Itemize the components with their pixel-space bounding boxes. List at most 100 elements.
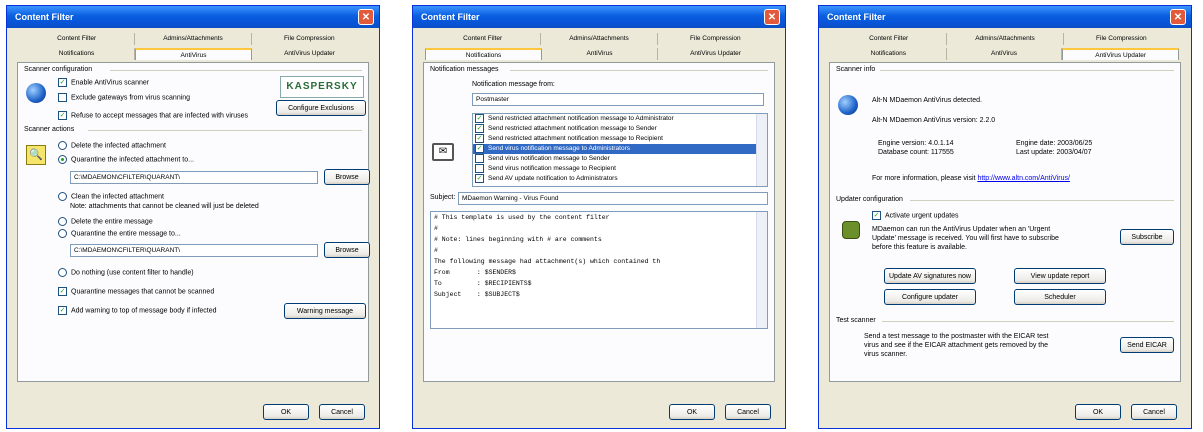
close-icon[interactable]: ✕: [764, 9, 780, 25]
radio-icon: [58, 217, 67, 226]
tab-file-compression[interactable]: File Compression: [1064, 33, 1179, 45]
tab-antivirus-updater[interactable]: AntiVirus Updater: [1062, 48, 1180, 60]
body-scrollbar[interactable]: [756, 212, 767, 328]
tab-notifications[interactable]: Notifications: [425, 48, 542, 60]
message-body-textarea[interactable]: # This template is used by the content f…: [430, 211, 768, 329]
body-line: The following message had attachment(s) …: [434, 258, 661, 265]
tab-antivirus-updater[interactable]: AntiVirus Updater: [658, 48, 773, 60]
tab-antivirus[interactable]: AntiVirus: [542, 48, 658, 60]
clean-attachment-radio[interactable]: Clean the infected attachment: [58, 192, 164, 201]
globe-icon: [838, 95, 858, 115]
tab-antivirus-updater[interactable]: AntiVirus Updater: [252, 48, 367, 60]
view-update-report-button[interactable]: View update report: [1014, 268, 1106, 284]
subject-field[interactable]: MDaemon Warning - Virus Found: [458, 192, 768, 205]
body-line: To : $RECIPIENTS$: [434, 280, 532, 287]
browse-button[interactable]: Browse: [324, 242, 370, 258]
add-warning-checkbox[interactable]: ✓ Add warning to top of message body if i…: [58, 306, 217, 315]
send-eicar-button[interactable]: Send EICAR: [1120, 337, 1174, 353]
body-line: #: [434, 247, 438, 254]
list-item[interactable]: ✓ Send restricted attachment notification…: [473, 114, 767, 124]
checkbox-icon: [475, 154, 484, 163]
list-item[interactable]: ✓ Send restricted attachment notification…: [473, 124, 767, 134]
magnifier-icon: 🔍: [26, 145, 46, 165]
scheduler-button[interactable]: Scheduler: [1014, 289, 1106, 305]
tab-notifications[interactable]: Notifications: [831, 48, 947, 60]
refuse-infected-checkbox[interactable]: ✓ Refuse to accept messages that are infe…: [58, 111, 248, 120]
tab-panel: Scanner configuration ✓ Enable AntiVirus …: [17, 62, 370, 382]
do-nothing-radio[interactable]: Do nothing (use content filter to handle…: [58, 268, 194, 277]
warning-message-button[interactable]: Warning message: [284, 303, 366, 319]
test-desc-2: virus and see if the EICAR attachment ge…: [864, 342, 1049, 349]
scanner-config-group-label: Scanner configuration: [24, 66, 93, 73]
radio-icon: [58, 229, 67, 238]
list-scrollbar[interactable]: [756, 114, 767, 186]
checkbox-icon: ✓: [58, 306, 67, 315]
clean-note: Note: attachments that cannot be cleaned…: [70, 203, 259, 210]
from-label: Notification message from:: [472, 81, 555, 88]
quarantine-message-path-field[interactable]: C:\MDAEMON\CFILTER\QUARANT\: [70, 244, 318, 257]
configure-updater-button[interactable]: Configure updater: [884, 289, 976, 305]
list-item[interactable]: ✓ Send AV update notification to Administ…: [473, 174, 767, 184]
body-line: # This template is used by the content f…: [434, 214, 610, 221]
tab-content-filter[interactable]: Content Filter: [831, 33, 948, 45]
list-item[interactable]: ✓ Send restricted attachment notification…: [473, 134, 767, 144]
activate-urgent-checkbox[interactable]: ✓ Activate urgent updates: [872, 211, 959, 220]
notification-list[interactable]: ✓ Send restricted attachment notification…: [472, 113, 768, 187]
quarantine-message-radio[interactable]: Quarantine the entire message to...: [58, 229, 181, 238]
engine-version-text: Engine version: 4.0.1.14: [878, 140, 954, 147]
database-count-text: Database count: 117555: [878, 149, 954, 156]
list-item[interactable]: ✓ Send virus notification message to Admi…: [473, 144, 767, 154]
tab-file-compression[interactable]: File Compression: [252, 33, 367, 45]
content-filter-dialog-notifications: Content Filter ✕ Content Filter Admins/A…: [412, 5, 786, 429]
tab-antivirus[interactable]: AntiVirus: [947, 48, 1063, 60]
body-line: #: [434, 225, 438, 232]
window-title: Content Filter: [827, 12, 886, 22]
radio-icon: [58, 268, 67, 277]
tab-content-filter[interactable]: Content Filter: [19, 33, 136, 45]
globe-icon: [26, 83, 46, 103]
subscribe-button[interactable]: Subscribe: [1120, 229, 1174, 245]
configure-exclusions-button[interactable]: Configure Exclusions: [276, 100, 366, 116]
list-item[interactable]: Send virus notification message to Sende…: [473, 154, 767, 164]
quarantine-unscannable-checkbox[interactable]: ✓ Quarantine messages that cannot be scan…: [58, 287, 214, 296]
window-title: Content Filter: [421, 12, 480, 22]
quarantine-attachment-radio[interactable]: Quarantine the infected attachment to...: [58, 155, 194, 164]
ok-button[interactable]: OK: [263, 404, 309, 420]
delete-message-radio[interactable]: Delete the entire message: [58, 217, 153, 226]
close-icon[interactable]: ✕: [1170, 9, 1186, 25]
checkbox-icon: ✓: [475, 144, 484, 153]
update-signatures-button[interactable]: Update AV signatures now: [884, 268, 976, 284]
tab-panel: Notification messages Notification messa…: [423, 62, 775, 382]
tab-panel: Scanner info Alt-N MDaemon AntiVirus det…: [829, 62, 1181, 382]
enable-scanner-checkbox[interactable]: ✓ Enable AntiVirus scanner: [58, 78, 149, 87]
cancel-button[interactable]: Cancel: [725, 404, 771, 420]
quarantine-attachment-path-field[interactable]: C:\MDAEMON\CFILTER\QUARANT\: [70, 171, 318, 184]
tab-admins-attachments[interactable]: Admins/Attachments: [947, 33, 1064, 45]
browse-button[interactable]: Browse: [324, 169, 370, 185]
delete-attachment-radio[interactable]: Delete the infected attachment: [58, 141, 166, 150]
antivirus-info-link[interactable]: http://www.altn.com/AntiVirus/: [977, 175, 1069, 182]
body-line: Subject : $SUBJECT$: [434, 291, 520, 298]
tab-file-compression[interactable]: File Compression: [658, 33, 773, 45]
exclude-gateways-checkbox[interactable]: Exclude gateways from virus scanning: [58, 93, 190, 102]
body-line: # Note: lines beginning with # are comme…: [434, 236, 602, 243]
updater-config-group-label: Updater configuration: [836, 196, 903, 203]
from-field[interactable]: Postmaster: [472, 93, 764, 106]
subject-label: Subject:: [430, 194, 456, 201]
ok-button[interactable]: OK: [669, 404, 715, 420]
title-bar: Content Filter ✕: [413, 6, 785, 28]
tab-content-filter[interactable]: Content Filter: [425, 33, 542, 45]
ok-button[interactable]: OK: [1075, 404, 1121, 420]
more-info-text: For more information, please visit http:…: [872, 175, 1070, 182]
tab-notifications[interactable]: Notifications: [19, 48, 135, 60]
tab-admins-attachments[interactable]: Admins/Attachments: [541, 33, 658, 45]
tab-antivirus[interactable]: AntiVirus: [135, 48, 252, 60]
tab-admins-attachments[interactable]: Admins/Attachments: [135, 33, 252, 45]
close-icon[interactable]: ✕: [358, 9, 374, 25]
title-bar: Content Filter ✕: [7, 6, 379, 28]
list-item[interactable]: Send virus notification message to Recip…: [473, 164, 767, 174]
cancel-button[interactable]: Cancel: [319, 404, 365, 420]
kaspersky-logo: KASPERSKY: [280, 76, 364, 98]
cancel-button[interactable]: Cancel: [1131, 404, 1177, 420]
last-update-text: Last update: 2003/04/07: [1016, 149, 1092, 156]
